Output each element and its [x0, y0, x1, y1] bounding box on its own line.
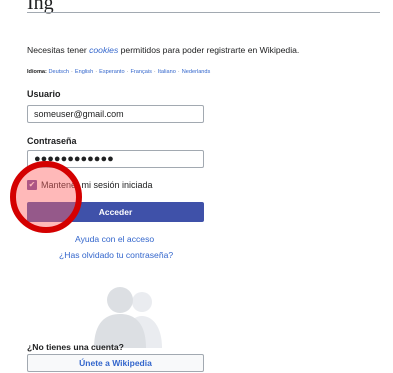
language-link-nederlands[interactable]: Nederlands [182, 69, 211, 75]
language-separator: · [153, 69, 156, 75]
forgot-password-link[interactable]: ¿Has olvidado tu contraseña? [59, 250, 173, 260]
username-label: Usuario [27, 89, 61, 99]
language-separator: · [70, 69, 73, 75]
language-label: Idioma: [27, 69, 47, 75]
title-divider [27, 12, 380, 13]
cookies-notice: Necesitas tener cookies permitidos para … [27, 45, 299, 55]
page-title-fragment: Ing [27, 0, 54, 14]
language-selector: Idioma: Deutsch · English · Esperanto · França… [27, 69, 210, 75]
cookies-link[interactable]: cookies [89, 45, 118, 55]
users-icon [94, 287, 162, 348]
join-wikipedia-button[interactable]: Únete a Wikipedia [27, 354, 204, 372]
notice-prefix: Necesitas tener [27, 45, 90, 55]
help-login-link[interactable]: Ayuda con el acceso [75, 234, 154, 244]
language-separator: · [177, 69, 180, 75]
password-label: Contraseña [27, 136, 77, 146]
language-link-italiano[interactable]: Italiano [158, 69, 176, 75]
notice-suffix: permitidos para poder registrarte en Wik… [118, 45, 300, 55]
language-separator: · [95, 69, 98, 75]
language-link-english[interactable]: English [75, 69, 93, 75]
language-link-deutsch[interactable]: Deutsch [48, 69, 69, 75]
no-account-prompt: ¿No tienes una cuenta? [27, 342, 124, 352]
language-link-francais[interactable]: Français [130, 69, 151, 75]
username-input[interactable]: someuser@gmail.com [27, 105, 204, 123]
language-link-esperanto[interactable]: Esperanto [99, 69, 125, 75]
language-separator: · [126, 69, 129, 75]
click-marker-icon [10, 161, 82, 233]
